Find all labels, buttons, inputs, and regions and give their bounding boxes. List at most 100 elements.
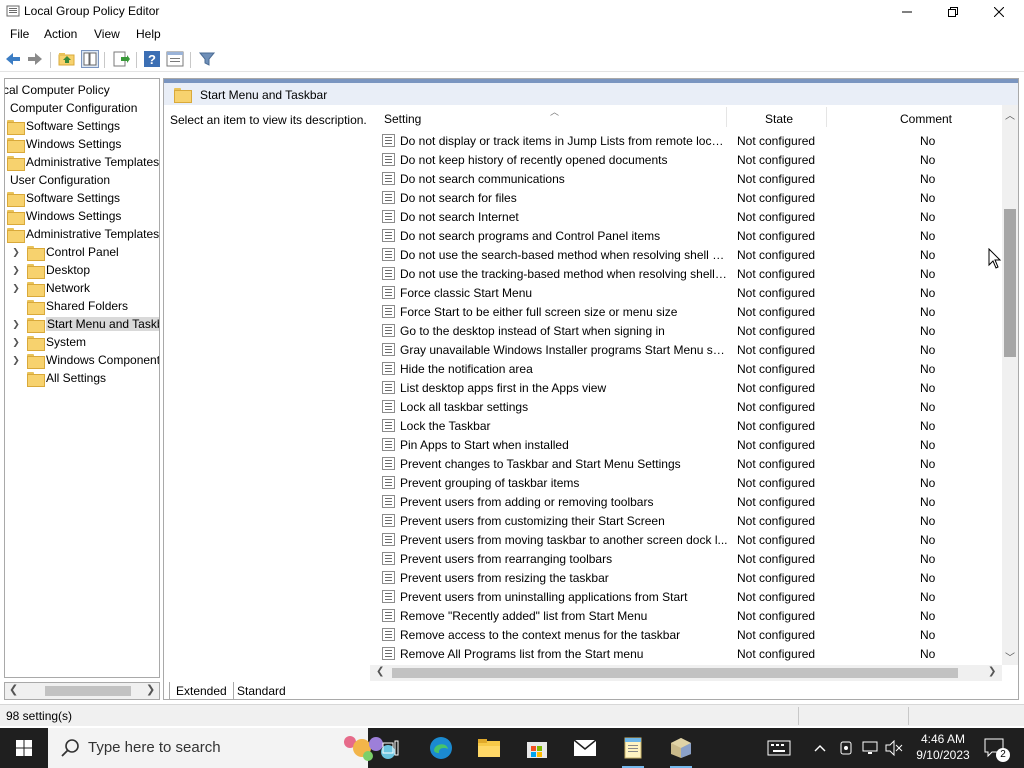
chevron-right-icon[interactable]: ❯ <box>11 355 21 365</box>
table-row[interactable]: Prevent changes to Taskbar and Start Men… <box>370 454 1002 473</box>
menu-view[interactable]: View <box>94 27 120 41</box>
chevron-right-icon[interactable]: ❯ <box>11 319 21 329</box>
table-row[interactable]: Lock the Taskbar Not configured No <box>370 416 1002 435</box>
export-list-icon[interactable] <box>112 50 130 68</box>
menu-action[interactable]: Action <box>44 27 77 41</box>
table-row[interactable]: Remove All Programs list from the Start … <box>370 644 1002 663</box>
table-row[interactable]: Prevent users from adding or removing to… <box>370 492 1002 511</box>
touch-keyboard-button[interactable] <box>764 734 794 762</box>
store-button[interactable] <box>522 734 552 762</box>
column-header-comment[interactable]: Comment <box>900 112 952 126</box>
table-row[interactable]: Prevent users from moving taskbar to ano… <box>370 530 1002 549</box>
scroll-right-icon[interactable]: ❯ <box>146 683 155 696</box>
tab-extended[interactable]: Extended <box>169 682 234 700</box>
list-horizontal-scrollbar[interactable]: ❮ ❯ <box>370 665 1002 681</box>
scroll-left-icon[interactable]: ❮ <box>376 666 384 677</box>
scrollbar-thumb[interactable] <box>45 686 131 696</box>
table-row[interactable]: Prevent users from uninstalling applicat… <box>370 587 1002 606</box>
tree-node[interactable]: ❯ System <box>11 333 86 351</box>
tree-node[interactable]: Computer Configuration <box>10 99 137 117</box>
column-header-setting[interactable]: Setting <box>384 112 421 126</box>
show-hidden-icons-button[interactable] <box>808 734 832 762</box>
scroll-up-icon[interactable]: ︿ <box>1005 107 1015 122</box>
table-row[interactable]: Prevent users from customizing their Sta… <box>370 511 1002 530</box>
table-row[interactable]: Do not use the tracking-based method whe… <box>370 264 1002 283</box>
tree-node[interactable]: User Configuration <box>10 171 110 189</box>
table-row[interactable]: Force classic Start Menu Not configured No <box>370 283 1002 302</box>
tree-node[interactable]: Shared Folders <box>11 297 128 315</box>
column-divider[interactable] <box>726 107 727 127</box>
table-row[interactable]: Do not keep history of recently opened d… <box>370 150 1002 169</box>
device-tray-button[interactable] <box>834 734 858 762</box>
tree-node[interactable]: ❯ Windows Components <box>11 351 159 369</box>
table-row[interactable]: Pin Apps to Start when installed Not conf… <box>370 435 1002 454</box>
tree-node[interactable]: Software Settings <box>7 189 120 207</box>
table-row[interactable]: Do not search communications Not configur… <box>370 169 1002 188</box>
chevron-right-icon[interactable]: ❯ <box>11 337 21 347</box>
table-row[interactable]: Do not search for files Not configured No <box>370 188 1002 207</box>
minimize-button[interactable] <box>884 0 930 24</box>
clock[interactable]: 4:46 AM 9/10/2023 <box>910 731 976 763</box>
table-row[interactable]: Force Start to be either full screen siz… <box>370 302 1002 321</box>
notepad-button[interactable] <box>618 734 648 768</box>
table-row[interactable]: Go to the desktop instead of Start when … <box>370 321 1002 340</box>
table-row[interactable]: Lock all taskbar settings Not configured N… <box>370 397 1002 416</box>
tree-node[interactable]: Software Settings <box>7 117 120 135</box>
package-button[interactable] <box>666 734 696 768</box>
scrollbar-thumb[interactable] <box>392 668 958 678</box>
table-row[interactable]: Remove "Recently added" list from Start … <box>370 606 1002 625</box>
menu-file[interactable]: File <box>10 27 29 41</box>
tree-node[interactable]: All Settings <box>11 369 106 387</box>
close-button[interactable] <box>976 0 1022 24</box>
table-row[interactable]: Do not search Internet Not configured No <box>370 207 1002 226</box>
list-vertical-scrollbar[interactable]: ︿ ﹀ <box>1002 105 1018 665</box>
chevron-right-icon[interactable]: ❯ <box>11 247 21 257</box>
tab-standard[interactable]: Standard <box>231 682 292 700</box>
table-row[interactable]: List desktop apps first in the Apps view… <box>370 378 1002 397</box>
tree-node[interactable]: Windows Settings <box>7 207 121 225</box>
table-row[interactable]: Gray unavailable Windows Installer progr… <box>370 340 1002 359</box>
volume-button[interactable] <box>882 734 906 762</box>
tree-node[interactable]: ❯ Start Menu and Taskbar <box>11 315 159 333</box>
tree-horizontal-scrollbar[interactable]: ❮ ❯ <box>4 682 160 700</box>
tree-node[interactable]: Administrative Templates <box>7 153 159 171</box>
up-folder-icon[interactable] <box>58 50 76 68</box>
task-view-button[interactable] <box>376 734 406 762</box>
start-button[interactable] <box>0 728 48 768</box>
chevron-right-icon[interactable]: ❯ <box>11 265 21 275</box>
properties-icon[interactable] <box>166 50 184 68</box>
scroll-down-icon[interactable]: ﹀ <box>1005 649 1015 664</box>
menu-help[interactable]: Help <box>136 27 161 41</box>
table-row[interactable]: Prevent grouping of taskbar items Not con… <box>370 473 1002 492</box>
show-hide-tree-icon[interactable] <box>81 50 99 68</box>
tree-node[interactable]: Windows Settings <box>7 135 121 153</box>
table-row[interactable]: Do not display or track items in Jump Li… <box>370 131 1002 150</box>
table-row[interactable]: Do not search programs and Control Panel… <box>370 226 1002 245</box>
tree-node[interactable]: ❯ Control Panel <box>11 243 119 261</box>
back-arrow-icon[interactable] <box>4 50 22 68</box>
filter-icon[interactable] <box>198 50 216 68</box>
tree-node[interactable]: ❯ Desktop <box>11 261 90 279</box>
file-explorer-button[interactable] <box>474 734 504 762</box>
notification-center-button[interactable]: 2 <box>980 734 1010 762</box>
table-row[interactable]: Hide the notification area Not configured… <box>370 359 1002 378</box>
column-divider[interactable] <box>826 107 827 127</box>
help-icon[interactable]: ? <box>143 50 161 68</box>
maximize-button[interactable] <box>930 0 976 24</box>
taskbar-search-box[interactable]: Type here to search <box>48 728 395 768</box>
scrollbar-thumb[interactable] <box>1004 209 1016 357</box>
network-button[interactable] <box>858 734 882 762</box>
scroll-right-icon[interactable]: ❯ <box>988 666 996 677</box>
forward-arrow-icon[interactable] <box>26 50 44 68</box>
tree-node[interactable]: Administrative Templates <box>7 225 159 243</box>
edge-button[interactable] <box>426 734 456 762</box>
mail-button[interactable] <box>570 734 600 762</box>
table-row[interactable]: Prevent users from resizing the taskbar N… <box>370 568 1002 587</box>
table-row[interactable]: Remove access to the context menus for t… <box>370 625 1002 644</box>
column-header-state[interactable]: State <box>765 112 793 126</box>
tree-node[interactable]: cal Computer Policy <box>5 81 110 99</box>
chevron-right-icon[interactable]: ❯ <box>11 283 21 293</box>
table-row[interactable]: Prevent users from rearranging toolbars N… <box>370 549 1002 568</box>
tree-node[interactable]: ❯ Network <box>11 279 90 297</box>
scroll-left-icon[interactable]: ❮ <box>9 683 18 696</box>
